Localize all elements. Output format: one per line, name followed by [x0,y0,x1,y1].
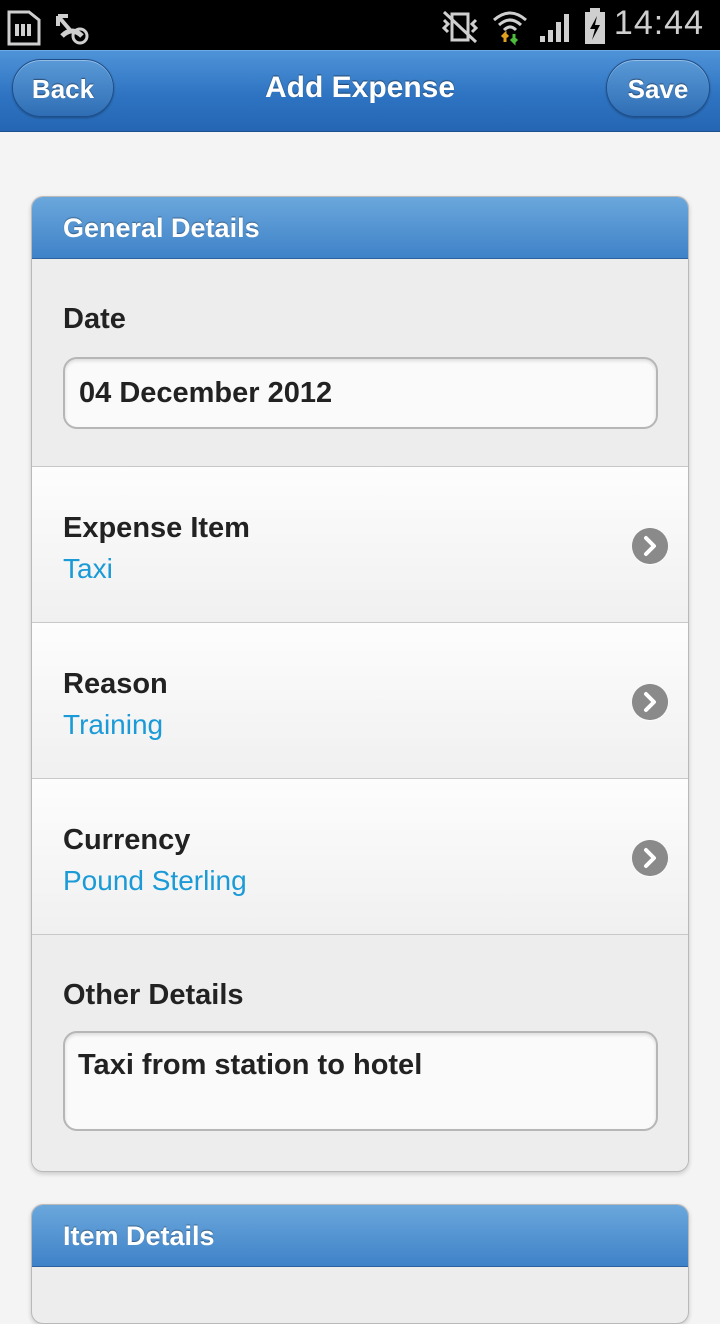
date-row: Date 04 December 2012 [32,259,688,467]
general-details-header: General Details [32,197,688,259]
reason-value: Training [63,709,164,740]
other-details-textarea[interactable]: Taxi from station to hotel [63,1031,658,1131]
vibrate-mute-icon [441,10,479,44]
signal-icon [540,14,569,42]
battery-charging-icon [585,8,605,44]
missed-call-icon [56,14,89,45]
date-label: Date [63,303,126,335]
sd-card-icon [7,10,41,46]
item-details-card: Item Details [31,1204,689,1324]
currency-row[interactable]: Currency Pound Sterling [32,779,688,935]
save-button[interactable]: Save [606,59,710,117]
chevron-right-icon [632,840,668,876]
wifi-icon [493,11,527,46]
reason-row[interactable]: Reason Training [32,623,688,779]
reason-label: Reason [63,668,168,700]
other-details-label: Other Details [63,979,244,1011]
general-details-card: General Details Date 04 December 2012 Ex… [31,196,689,1172]
currency-value: Pound Sterling [63,865,247,896]
expense-item-row[interactable]: Expense Item Taxi [32,467,688,623]
expense-item-value: Taxi [63,553,113,584]
other-details-row: Other Details Taxi from station to hotel [32,935,688,1171]
chevron-right-icon [632,684,668,720]
item-details-header: Item Details [32,1205,688,1267]
currency-label: Currency [63,824,191,856]
expense-item-label: Expense Item [63,512,250,544]
date-field[interactable]: 04 December 2012 [63,357,658,429]
chevron-right-icon [632,528,668,564]
status-bar: 14:44 [0,0,720,50]
app-header: Back Add Expense Save [0,50,720,132]
status-time: 14:44 [613,4,704,42]
